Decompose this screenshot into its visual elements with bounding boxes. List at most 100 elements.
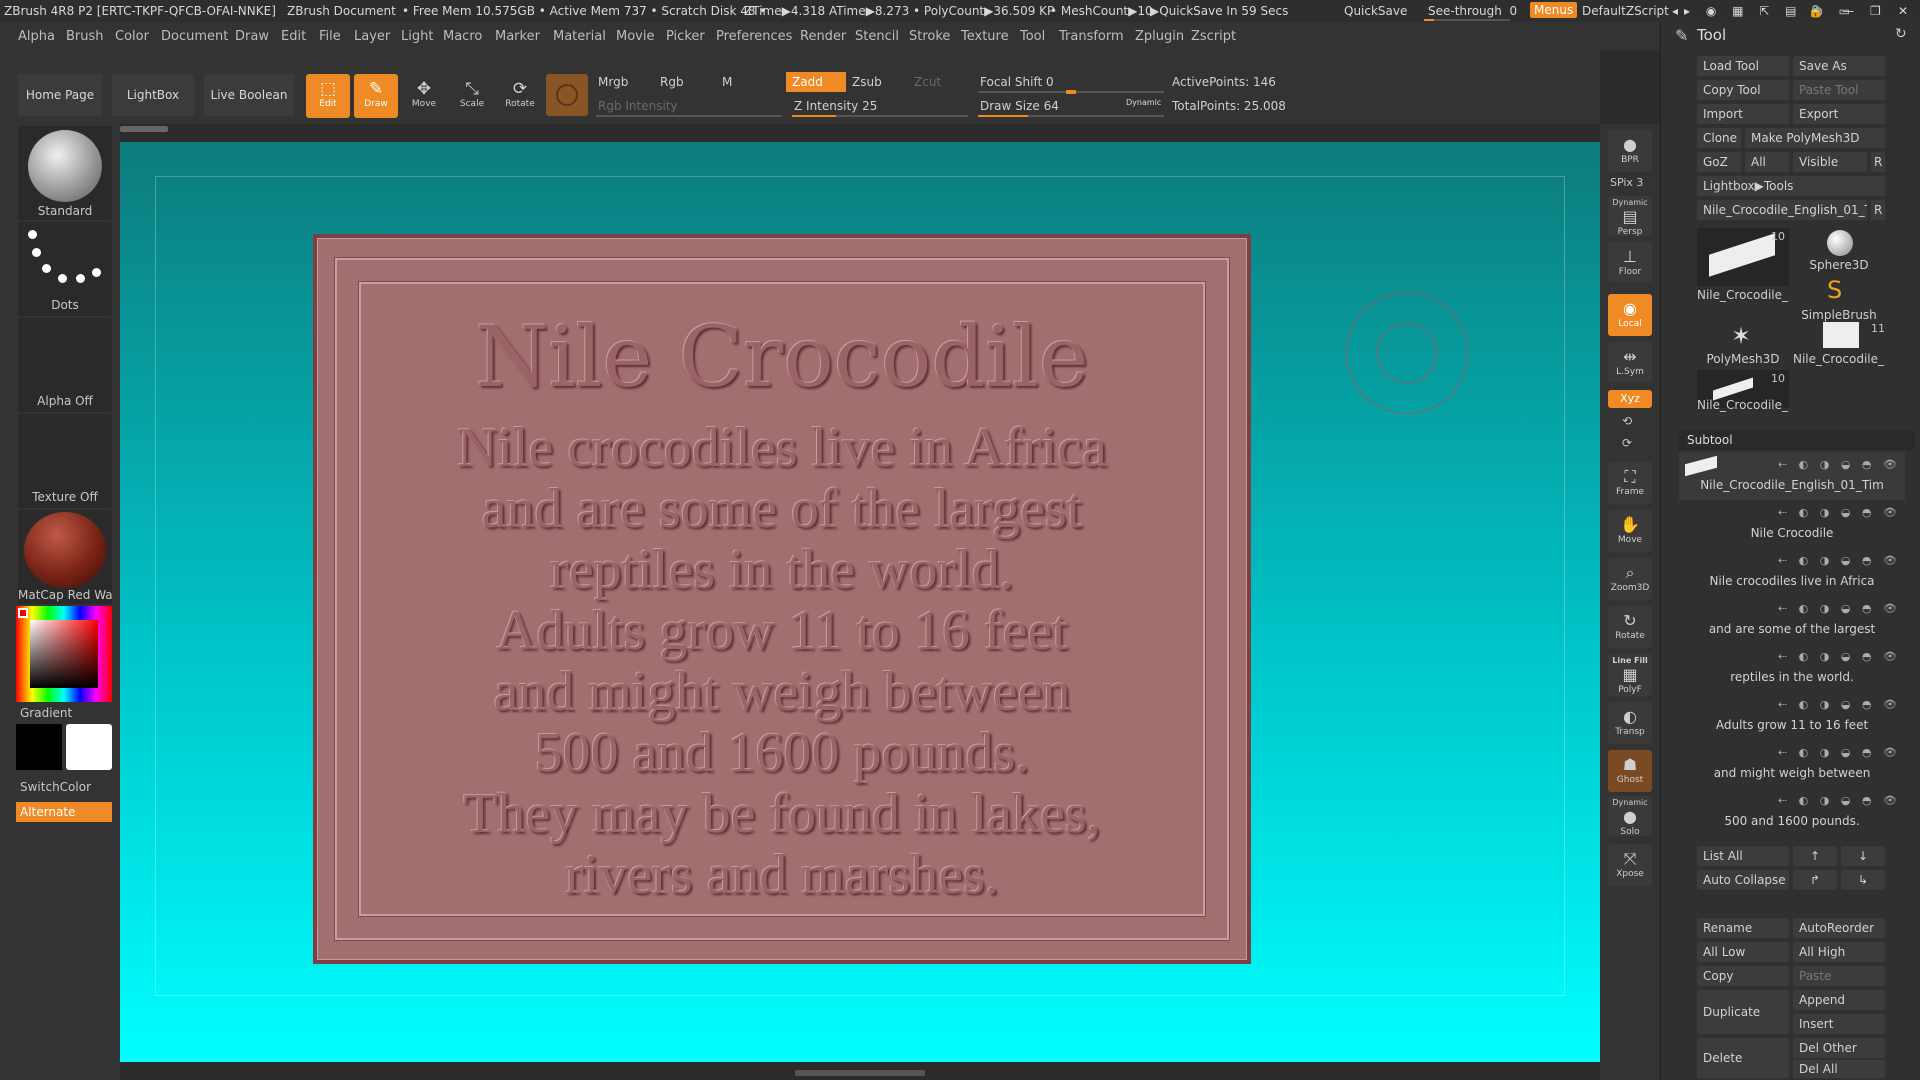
move-down-arrow-icon[interactable]: ↓ (1841, 846, 1885, 866)
list-all-button[interactable]: List All (1697, 846, 1789, 866)
subtool-item[interactable]: ⇠ ◐ ◑ ◒ ◓ 👁 500 and 1600 pounds. (1679, 788, 1905, 836)
menu-marker[interactable]: Marker (495, 29, 540, 44)
ghost-button[interactable]: ☗ Ghost (1608, 750, 1652, 792)
live-boolean-button[interactable]: Live Boolean (204, 74, 294, 116)
subtool-item[interactable]: ⇠ ◐ ◑ ◒ ◓ 👁 Adults grow 11 to 16 feet (1679, 692, 1905, 740)
primary-color-swatch[interactable] (66, 724, 112, 770)
move-mode-button[interactable]: ✥ Move (402, 74, 446, 118)
subtool-header[interactable]: Subtool (1679, 430, 1915, 450)
gradient-label[interactable]: Gradient (20, 706, 72, 720)
rotate-axis-icon[interactable]: ⟲ (1622, 414, 1632, 428)
zsub-button[interactable]: Zsub (846, 72, 906, 92)
subtool-controls-icon[interactable]: ⇠ ◐ ◑ ◒ ◓ 👁 (1778, 746, 1901, 759)
z-intensity-slider[interactable]: Z Intensity 25 (788, 96, 968, 116)
tool-thumb-simplebrush[interactable]: SimpleBrush (1793, 308, 1885, 322)
window-controls-icon[interactable]: ◂▸ ◉ ▦ ⇱ ▤ ◍ ▭ (1672, 4, 1856, 18)
subtool-controls-icon[interactable]: ⇠ ◐ ◑ ◒ ◓ 👁 (1778, 554, 1901, 567)
persp-button[interactable]: Dynamic ▤ Persp (1608, 196, 1652, 237)
subtool-item[interactable]: ⇠ ◐ ◑ ◒ ◓ 👁 Nile crocodiles live in Afri… (1679, 548, 1905, 596)
duplicate-button[interactable]: Duplicate (1697, 990, 1789, 1034)
rename-button[interactable]: Rename (1697, 918, 1789, 938)
tool-thumb-polymesh3d[interactable]: PolyMesh3D (1697, 352, 1789, 366)
menu-texture[interactable]: Texture (961, 29, 1009, 44)
stroke-selector[interactable]: Dots (18, 222, 112, 316)
mrgb-button[interactable]: Mrgb (592, 72, 662, 92)
menu-layer[interactable]: Layer (354, 29, 390, 44)
seethrough-slider[interactable]: See-through 0 (1428, 4, 1517, 18)
goz-all-button[interactable]: All (1745, 152, 1789, 172)
bpr-button[interactable]: ● BPR (1608, 130, 1652, 172)
solo-button[interactable]: Dynamic ● Solo (1608, 796, 1652, 837)
tool-panel-pin-icon[interactable]: ✎ (1675, 26, 1688, 45)
zoom3d-button[interactable]: ⌕ Zoom3D (1608, 558, 1652, 600)
current-tool-slider[interactable]: Nile_Crocodile_English_01_Tim (1697, 200, 1867, 220)
menu-render[interactable]: Render (800, 29, 846, 44)
copy-tool-button[interactable]: Copy Tool (1697, 80, 1789, 100)
subtool-controls-icon[interactable]: ⇠ ◐ ◑ ◒ ◓ 👁 (1778, 506, 1901, 519)
goz-r-button[interactable]: R (1871, 152, 1885, 172)
menu-brush[interactable]: Brush (66, 29, 104, 44)
del-all-button[interactable]: Del All (1793, 1060, 1885, 1078)
brush-selector[interactable]: Standard (18, 126, 112, 220)
goz-button[interactable]: GoZ (1697, 152, 1741, 172)
canvas-scroll-handle[interactable] (120, 126, 168, 132)
reorder-down-icon[interactable]: ↳ (1841, 870, 1885, 890)
menu-document[interactable]: Document (161, 29, 228, 44)
insert-button[interactable]: Insert (1793, 1014, 1885, 1034)
delete-button[interactable]: Delete (1697, 1038, 1789, 1078)
crocodile-plaque-mesh[interactable]: Nile Crocodile Nile crocodiles live in A… (313, 234, 1251, 964)
make-polymesh-button[interactable]: Make PolyMesh3D (1745, 128, 1885, 148)
append-button[interactable]: Append (1793, 990, 1885, 1010)
menu-color[interactable]: Color (115, 29, 149, 44)
zcut-button[interactable]: Zcut (908, 72, 968, 92)
zadd-button[interactable]: Zadd (786, 72, 846, 92)
rgb-intensity-slider[interactable]: Rgb Intensity (592, 96, 782, 116)
menu-zplugin[interactable]: Zplugin (1135, 29, 1184, 44)
menu-picker[interactable]: Picker (666, 29, 705, 44)
subtool-controls-icon[interactable]: ⇠ ◐ ◑ ◒ ◓ 👁 (1778, 794, 1901, 807)
edit-mode-button[interactable]: ⬚ Edit (306, 74, 350, 118)
move-view-button[interactable]: ✋ Move (1608, 510, 1652, 552)
menu-alpha[interactable]: Alpha (18, 29, 55, 44)
subtool-controls-icon[interactable]: ⇠ ◐ ◑ ◒ ◓ 👁 (1778, 602, 1901, 615)
quicksave-button[interactable]: QuickSave (1344, 4, 1407, 18)
del-other-button[interactable]: Del Other (1793, 1038, 1885, 1058)
menu-stencil[interactable]: Stencil (855, 29, 899, 44)
clone-button[interactable]: Clone (1697, 128, 1741, 148)
export-button[interactable]: Export (1793, 104, 1885, 124)
auto-reorder-button[interactable]: AutoReorder (1793, 918, 1885, 938)
subtool-item-selected[interactable]: ⇠ ◐ ◑ ◒ ◓ 👁 Nile_Crocodile_English_01_Ti… (1679, 452, 1905, 500)
menu-draw[interactable]: Draw (235, 29, 269, 44)
material-swatch-button[interactable] (546, 74, 588, 116)
all-high-button[interactable]: All High (1793, 942, 1885, 962)
color-saturation-square[interactable] (30, 620, 98, 688)
current-tool-r-button[interactable]: R (1871, 200, 1885, 220)
lsym-button[interactable]: ⇹ L.Sym (1608, 342, 1652, 382)
alternate-button[interactable]: Alternate (16, 802, 112, 822)
subtool-item[interactable]: ⇠ ◐ ◑ ◒ ◓ 👁 and are some of the largest (1679, 596, 1905, 644)
menu-movie[interactable]: Movie (616, 29, 654, 44)
menu-material[interactable]: Material (553, 29, 606, 44)
save-as-button[interactable]: Save As (1793, 56, 1885, 76)
lock-icon[interactable]: 🔒 (1808, 4, 1823, 18)
subtool-item[interactable]: ⇠ ◐ ◑ ◒ ◓ 👁 and might weigh between (1679, 740, 1905, 788)
secondary-color-swatch[interactable] (16, 724, 62, 770)
spix-slider[interactable]: SPix 3 (1610, 176, 1643, 189)
local-button[interactable]: ◉ Local (1608, 294, 1652, 336)
rotate-axis-alt-icon[interactable]: ⟳ (1622, 436, 1632, 450)
alpha-selector[interactable]: Alpha Off (18, 318, 112, 412)
subtool-controls-icon[interactable]: ⇠ ◐ ◑ ◒ ◓ 👁 (1778, 458, 1901, 471)
all-low-button[interactable]: All Low (1697, 942, 1789, 962)
copy-subtool-button[interactable]: Copy (1697, 966, 1789, 986)
tool-thumb-nile-crocodile-b[interactable]: Nile_Crocodile_B (1793, 352, 1885, 366)
material-selector[interactable]: MatCap Red Wax (18, 510, 112, 604)
menu-file[interactable]: File (319, 29, 341, 44)
rgb-button[interactable]: Rgb (654, 72, 724, 92)
polyf-button[interactable]: Line Fill ▦ PolyF (1608, 654, 1652, 696)
goz-visible-button[interactable]: Visible (1793, 152, 1867, 172)
xpose-button[interactable]: ⤧ Xpose (1608, 844, 1652, 886)
tool-thumb-nile-crocodile[interactable]: 10 (1697, 228, 1789, 286)
lightbox-button[interactable]: LightBox (112, 74, 194, 116)
menu-preferences[interactable]: Preferences (716, 29, 792, 44)
rotate-view-button[interactable]: ↻ Rotate (1608, 606, 1652, 648)
